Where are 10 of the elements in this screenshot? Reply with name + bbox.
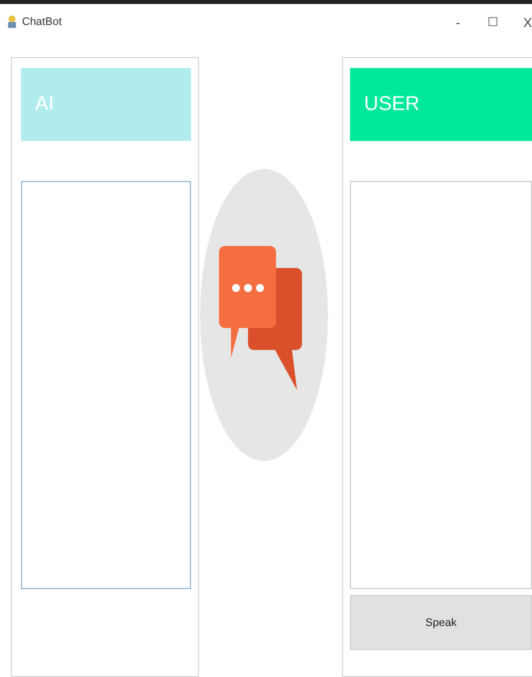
chat-text-area[interactable] (350, 181, 532, 589)
close-button[interactable]: X (510, 8, 532, 36)
chat-text-area[interactable] (21, 181, 191, 589)
app-icon (6, 15, 18, 29)
panel-title: USER (364, 93, 420, 116)
maximize-button[interactable]: ☐ (476, 8, 510, 36)
minimize-button[interactable]: - (440, 8, 476, 36)
speak-button[interactable]: Speak (350, 595, 532, 650)
panel-title: AI (35, 93, 54, 116)
window-title: ChatBot (22, 16, 62, 28)
